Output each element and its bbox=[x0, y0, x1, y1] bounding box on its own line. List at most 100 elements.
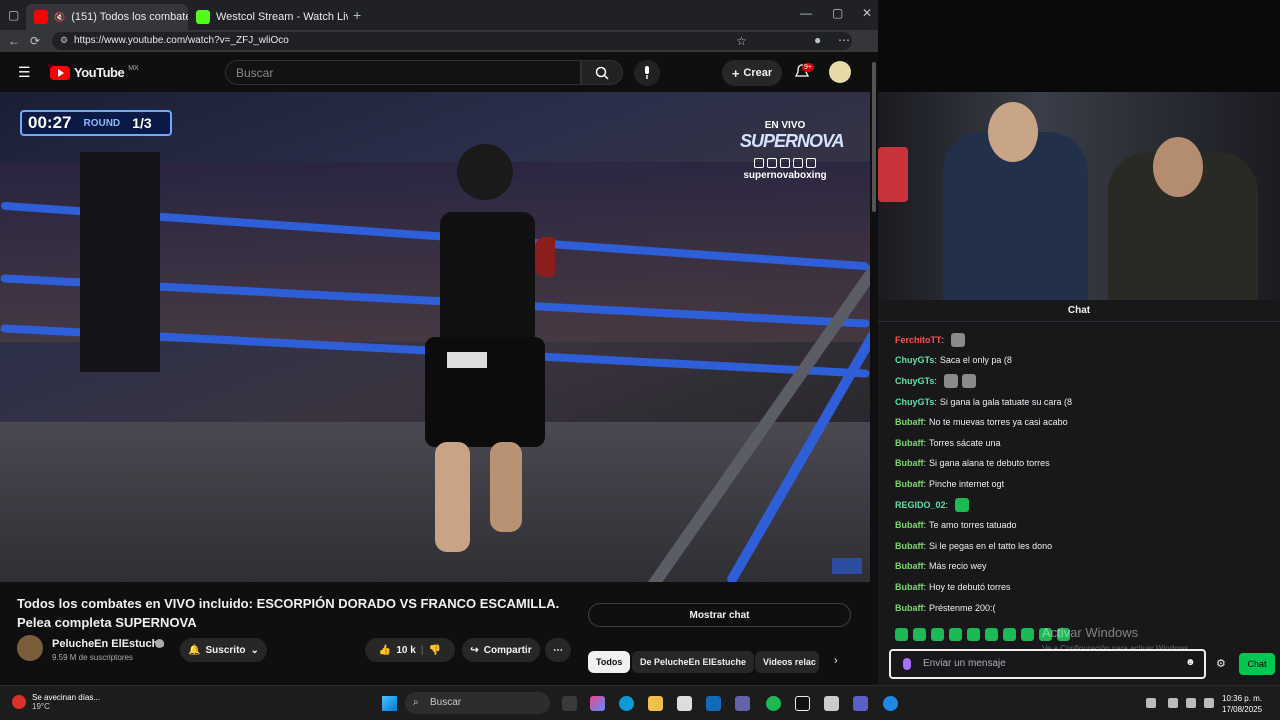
chip-related[interactable]: Videos relac bbox=[755, 651, 819, 673]
spotify-icon[interactable] bbox=[766, 696, 781, 711]
chat-message: ChuyGTs: bbox=[895, 371, 1265, 392]
windows-start-icon[interactable] bbox=[382, 696, 397, 711]
chat-username[interactable]: ChuyGTs bbox=[895, 396, 934, 409]
chat-username[interactable]: Bubaff bbox=[895, 457, 924, 470]
youtube-logo[interactable]: YouTube MX bbox=[50, 65, 139, 80]
emote-icon[interactable] bbox=[1021, 628, 1034, 641]
minimize-icon[interactable]: — bbox=[800, 6, 812, 20]
chat-username[interactable]: REGIDO_02 bbox=[895, 499, 946, 512]
clock[interactable]: 10:36 p. m. 17/08/2025 bbox=[1222, 693, 1262, 715]
voice-search-button[interactable] bbox=[634, 60, 660, 86]
store-icon[interactable] bbox=[677, 696, 692, 711]
tab-kick[interactable]: Westcol Stream - Watch Live on K × bbox=[188, 4, 348, 30]
gear-icon[interactable]: ⚙ bbox=[1216, 657, 1226, 670]
chat-message-list[interactable]: FerchitoTT: ChuyGTs: Saca el only pa (8 Chu… bbox=[895, 330, 1265, 618]
url-field[interactable]: https://www.youtube.com/watch?v=_ZFJ_wli… bbox=[52, 32, 852, 50]
site-info-icon[interactable]: ⚙ bbox=[60, 35, 68, 46]
chat-input[interactable]: Enviar un mensaje bbox=[889, 649, 1206, 679]
stream-chat: Chat FerchitoTT: ChuyGTs: Saca el only pa … bbox=[878, 300, 1280, 685]
boxer-figure bbox=[425, 144, 555, 552]
tiktok-icon[interactable] bbox=[795, 696, 810, 711]
chat-username[interactable]: ChuyGTs bbox=[895, 375, 934, 388]
emote-icon[interactable] bbox=[1003, 628, 1016, 641]
emote-icon[interactable] bbox=[949, 628, 962, 641]
tray-chevron-icon[interactable] bbox=[1146, 698, 1156, 708]
weather-icon bbox=[12, 695, 26, 709]
chat-username[interactable]: Bubaff bbox=[895, 581, 924, 594]
teams-icon[interactable] bbox=[735, 696, 750, 711]
teams-chat-icon[interactable] bbox=[853, 696, 868, 711]
chip-from-channel[interactable]: De PelucheEn ElEstuche bbox=[632, 651, 755, 673]
dislike-icon[interactable]: 👎 bbox=[429, 645, 441, 656]
volume-icon[interactable] bbox=[1204, 698, 1214, 708]
chat-username[interactable]: Bubaff bbox=[895, 560, 924, 573]
search-button[interactable] bbox=[581, 60, 623, 85]
video-player[interactable]: 00:27 ROUND 1/3 EN VIVO SUPERNOVA supern… bbox=[0, 92, 870, 582]
favorite-icon[interactable]: ☆ bbox=[736, 34, 747, 48]
chat-separator: : bbox=[945, 499, 949, 510]
chat-username[interactable]: Bubaff bbox=[895, 519, 924, 532]
share-button[interactable]: ↪ Compartir bbox=[462, 638, 540, 662]
emoji-icon[interactable]: ☻ bbox=[1185, 657, 1196, 668]
emote-icon[interactable] bbox=[985, 628, 998, 641]
kick-favicon-icon bbox=[196, 10, 210, 24]
create-button[interactable]: + Crear bbox=[722, 60, 782, 86]
maximize-icon[interactable]: ▢ bbox=[832, 6, 843, 20]
file-explorer-icon[interactable] bbox=[648, 696, 663, 711]
refresh-icon[interactable]: ⟳ bbox=[30, 34, 40, 48]
chat-username[interactable]: Bubaff bbox=[895, 437, 924, 450]
chat-message: Bubaff: Torres sácate una bbox=[895, 433, 1265, 454]
outlook-icon[interactable] bbox=[706, 696, 721, 711]
like-count[interactable]: 10 k bbox=[396, 645, 415, 656]
more-actions-button[interactable]: ⋯ bbox=[545, 638, 571, 662]
channel-avatar[interactable] bbox=[17, 635, 43, 661]
copilot-icon[interactable] bbox=[590, 696, 605, 711]
edge-icon[interactable] bbox=[619, 696, 634, 711]
emote-icon[interactable] bbox=[895, 628, 908, 641]
chrome-icon[interactable] bbox=[883, 696, 898, 711]
twitch-icon bbox=[754, 158, 764, 168]
wifi-icon[interactable] bbox=[1186, 698, 1196, 708]
close-window-icon[interactable]: ✕ bbox=[862, 6, 872, 20]
chat-send-button[interactable]: Chat bbox=[1239, 653, 1275, 675]
chat-text: Te amo torres tatuado bbox=[929, 520, 1017, 531]
back-icon[interactable]: ← bbox=[8, 34, 20, 48]
microphone-icon[interactable] bbox=[903, 658, 911, 670]
tab-youtube[interactable]: 🔇 (151) Todos los combates en × bbox=[26, 4, 188, 30]
profile-icon[interactable]: ● bbox=[814, 33, 821, 47]
emote-icon[interactable] bbox=[913, 628, 926, 641]
chat-username[interactable]: FerchitoTT bbox=[895, 334, 942, 347]
emote-icon[interactable] bbox=[931, 628, 944, 641]
chat-text: Si gana alana te debuto torres bbox=[929, 458, 1050, 469]
chat-username[interactable]: Bubaff bbox=[895, 478, 924, 491]
chevron-right-icon[interactable]: › bbox=[834, 655, 838, 667]
share-label: Compartir bbox=[483, 644, 532, 656]
chat-username[interactable]: Bubaff bbox=[895, 602, 924, 615]
scrollbar-thumb[interactable] bbox=[872, 62, 876, 212]
task-view-icon[interactable] bbox=[562, 696, 577, 711]
menu-icon[interactable]: ☰ bbox=[18, 64, 31, 81]
tab-actions-icon[interactable]: ▢ bbox=[8, 8, 19, 22]
chat-message: Bubaff: Si le pegas en el tatto les dono bbox=[895, 536, 1265, 557]
chat-username[interactable]: ChuyGTs bbox=[895, 354, 934, 367]
subscribed-button[interactable]: 🔔 Suscrito ⌄ bbox=[180, 638, 267, 662]
like-icon[interactable]: 👍 bbox=[379, 645, 391, 656]
new-tab-icon[interactable]: + bbox=[353, 7, 361, 23]
mute-icon[interactable]: 🔇 bbox=[54, 12, 65, 23]
chat-username[interactable]: Bubaff bbox=[895, 540, 924, 553]
avatar[interactable] bbox=[829, 61, 851, 83]
emote-icon bbox=[961, 374, 976, 389]
search-input[interactable]: Buscar bbox=[225, 60, 581, 85]
taskbar-search-input[interactable]: Buscar bbox=[405, 692, 550, 714]
chat-username[interactable]: Bubaff bbox=[895, 416, 924, 429]
clock-time: 10:36 p. m. bbox=[1222, 694, 1263, 703]
emote-icon[interactable] bbox=[967, 628, 980, 641]
show-chat-button[interactable]: Mostrar chat bbox=[588, 603, 851, 627]
weather-widget[interactable]: Se avecinan días... 19°C bbox=[12, 693, 100, 711]
more-icon[interactable]: ⋯ bbox=[838, 33, 850, 47]
channel-name[interactable]: PelucheEn ElEstuche bbox=[52, 638, 164, 650]
mic-tray-icon[interactable] bbox=[1168, 698, 1178, 708]
chip-all[interactable]: Todos bbox=[588, 651, 631, 673]
share-icon: ↪ bbox=[470, 644, 479, 656]
app-icon[interactable] bbox=[824, 696, 839, 711]
